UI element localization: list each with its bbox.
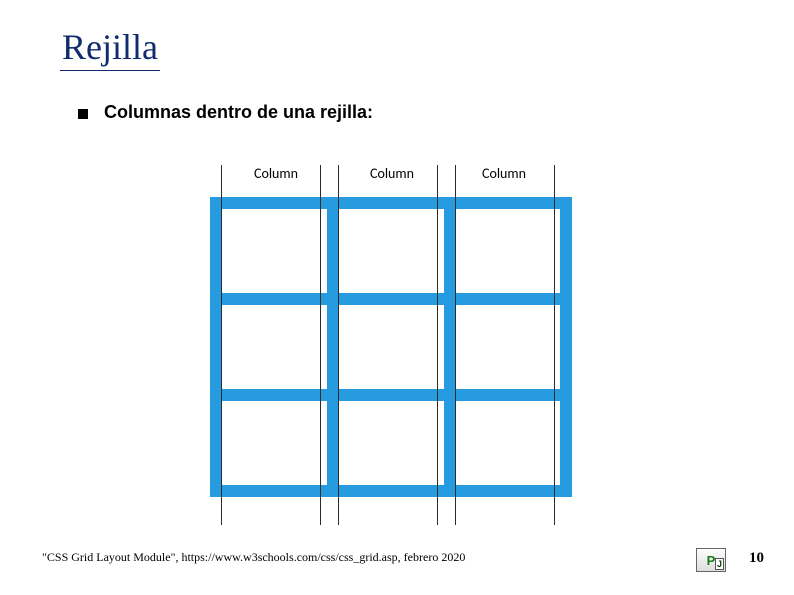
column-label: Column bbox=[370, 165, 414, 182]
bullet-item: Columnas dentro de una rejilla: bbox=[78, 102, 373, 123]
column-guide-line bbox=[338, 165, 339, 525]
column-guide-line bbox=[320, 165, 321, 525]
slide: Rejilla Columnas dentro de una rejilla: … bbox=[0, 0, 794, 595]
grid-row-bar bbox=[210, 197, 572, 209]
column-label: Column bbox=[254, 165, 298, 182]
column-guide-line bbox=[437, 165, 438, 525]
grid-row-bar bbox=[210, 389, 572, 401]
page-number: 10 bbox=[749, 550, 764, 567]
bullet-text: Columnas dentro de una rejilla: bbox=[104, 102, 373, 123]
grid-row-bar bbox=[210, 485, 572, 497]
column-guide-line bbox=[455, 165, 456, 525]
logo-icon: P J bbox=[696, 548, 726, 572]
grid-col-bar bbox=[560, 197, 572, 497]
slide-title: Rejilla bbox=[60, 26, 160, 71]
column-label: Column bbox=[482, 165, 526, 182]
grid-row-bar bbox=[210, 293, 572, 305]
column-guide-line bbox=[221, 165, 222, 525]
grid-visual bbox=[210, 197, 572, 497]
footer-citation: "CSS Grid Layout Module", https://www.w3… bbox=[42, 550, 465, 565]
column-labels-row: Column Column Column bbox=[210, 165, 572, 193]
logo-letter-j: J bbox=[715, 558, 724, 570]
bullet-square-icon bbox=[78, 109, 88, 119]
grid-diagram: Column Column Column bbox=[210, 165, 572, 497]
column-guide-line bbox=[554, 165, 555, 525]
